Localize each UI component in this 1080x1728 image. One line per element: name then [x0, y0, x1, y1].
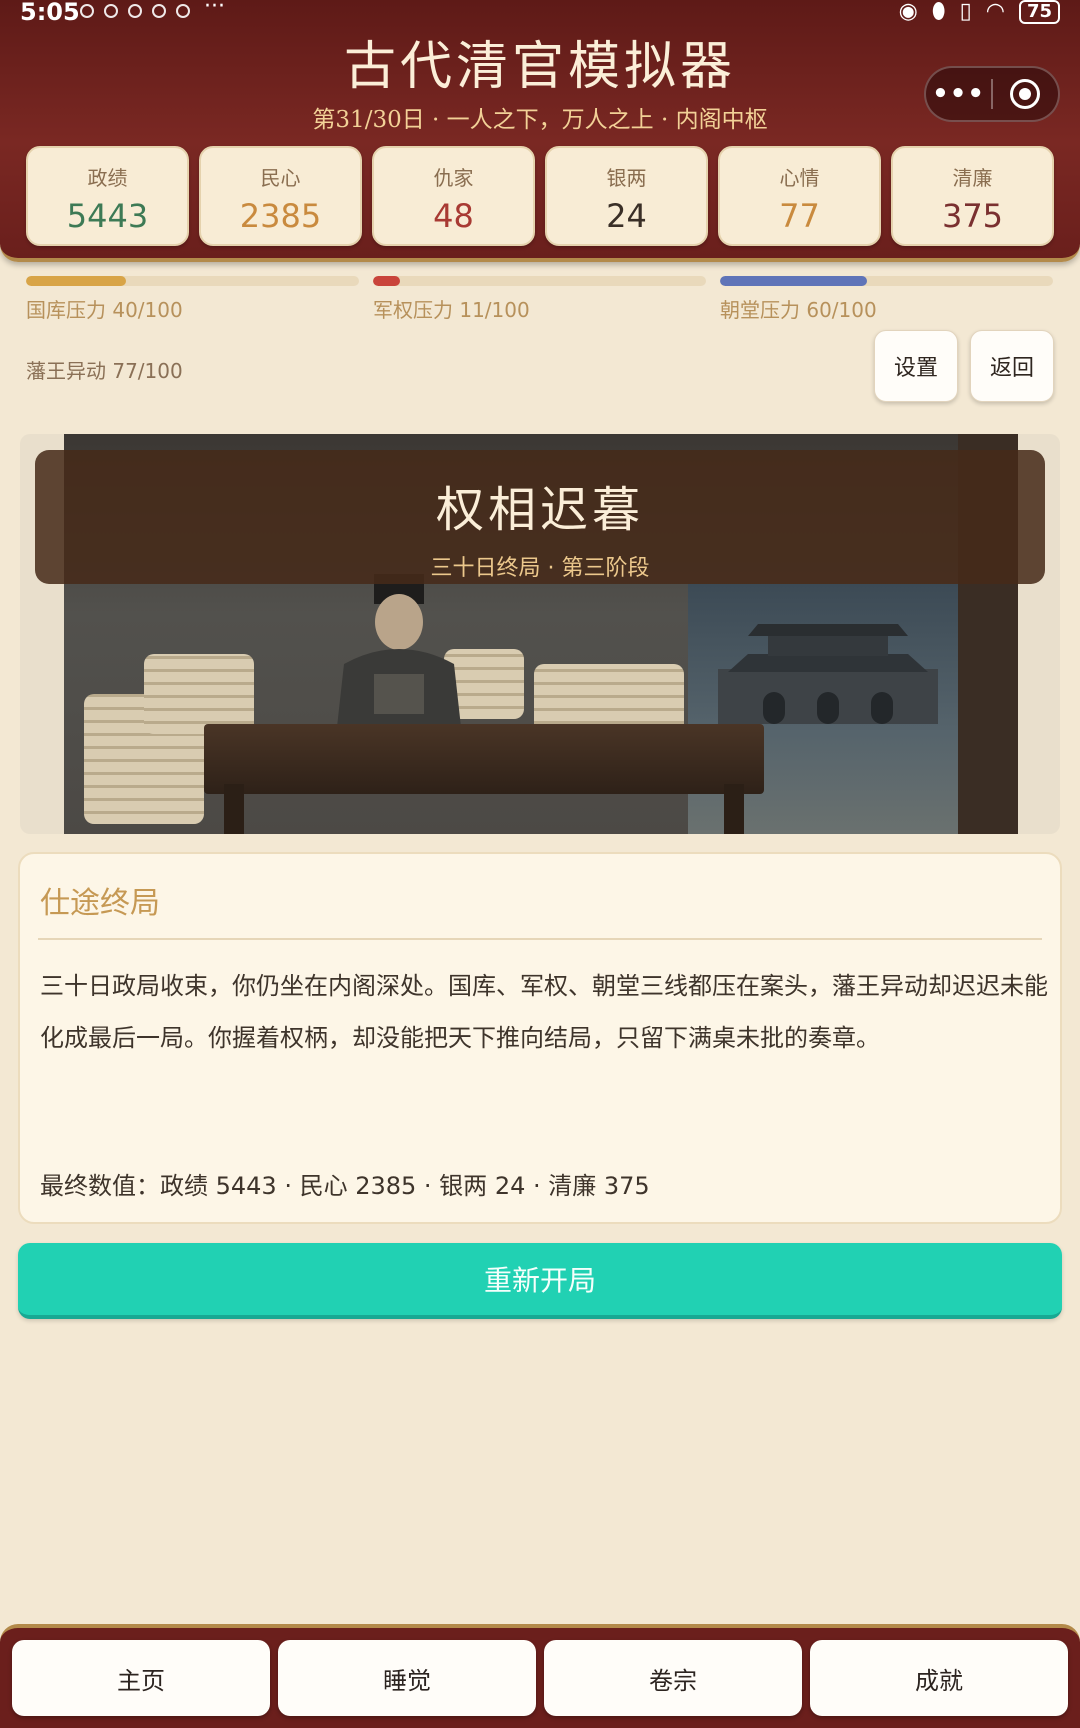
mini-program-capsule: ••• [924, 66, 1060, 122]
result-card: 仕途终局 三十日政局收束，你仍坐在内阁深处。国库、军权、朝堂三线都压在案头，藩王… [18, 852, 1062, 1224]
military-pressure: 军权压力 11/100 [373, 276, 706, 323]
bottom-nav: 主页 睡觉 卷宗 成就 [0, 1624, 1080, 1728]
stat-label: 政绩 [87, 166, 128, 190]
palace-gate-drawing [718, 624, 938, 724]
stat-card-yinliang: 银两 24 [545, 146, 708, 246]
treasury-pressure: 国库压力 40/100 [26, 276, 359, 323]
progress-fill [26, 276, 126, 286]
close-button[interactable] [993, 79, 1058, 109]
header: 5:05 ··· ◉ ⬮ ▯ ◠ 75 古代清官模拟器 第31/30日 · 一人… [0, 0, 1080, 262]
pressure-label: 朝堂压力 60/100 [720, 298, 877, 322]
stat-card-minxin: 民心 2385 [199, 146, 362, 246]
stat-card-choujia: 仇家 48 [372, 146, 535, 246]
final-stats: 最终数值：政绩 5443 · 民心 2385 · 银两 24 · 清廉 375 [40, 1172, 650, 1200]
system-icons: ◉ ⬮ ▯ ◠ 75 [899, 0, 1060, 24]
settings-button[interactable]: 设置 [874, 330, 958, 402]
notification-icons: ··· [80, 0, 225, 19]
app-title: 古代清官模拟器 [343, 37, 736, 97]
battery-icon: 75 [1018, 0, 1060, 24]
stat-label: 心情 [779, 166, 820, 190]
stat-value: 5443 [66, 197, 149, 235]
stat-card-qinglian: 清廉 375 [891, 146, 1054, 246]
nav-records-button[interactable]: 卷宗 [544, 1640, 802, 1716]
stat-value: 375 [941, 197, 1004, 235]
notification-icon [80, 4, 94, 18]
stat-label: 银两 [606, 166, 647, 190]
progress-fill [720, 276, 867, 286]
restart-button[interactable]: 重新开局 [18, 1243, 1062, 1319]
eye-icon: ◉ [898, 0, 918, 24]
vibrate-icon: ▯ [959, 0, 972, 24]
stat-card-xinqing: 心情 77 [718, 146, 881, 246]
more-notifications-icon: ··· [204, 0, 225, 19]
stat-label: 民心 [260, 166, 301, 190]
notification-icon [104, 4, 118, 18]
stat-label: 清廉 [952, 166, 993, 190]
vassal-unrest-label: 藩王异动 77/100 [26, 359, 183, 383]
more-menu-button[interactable]: ••• [926, 79, 991, 109]
stat-value: 77 [779, 197, 820, 235]
day-status: 第31/30日 · 一人之下，万人之上 · 内阁中枢 [312, 107, 768, 133]
stat-label: 仇家 [433, 166, 474, 190]
ending-title: 权相迟暮 [435, 482, 644, 538]
progress-fill [373, 276, 400, 286]
pressure-label: 国库压力 40/100 [26, 298, 183, 322]
back-button[interactable]: 返回 [970, 330, 1054, 402]
notification-icon [152, 4, 166, 18]
result-title: 仕途终局 [40, 886, 160, 921]
progress-track [720, 276, 1053, 286]
pressure-label: 军权压力 11/100 [373, 298, 530, 322]
close-target-icon [1010, 79, 1041, 109]
notification-icon [176, 4, 190, 18]
progress-track [373, 276, 706, 286]
stat-card-zhengji: 政绩 5443 [26, 146, 189, 246]
ending-illustration: 权相迟暮 三十日终局 · 第三阶段 [20, 434, 1060, 834]
ending-subtitle: 三十日终局 · 第三阶段 [430, 556, 650, 581]
stat-value: 24 [606, 197, 647, 235]
status-bar: 5:05 ··· ◉ ⬮ ▯ ◠ 75 [0, 0, 1080, 26]
stats-row: 政绩 5443 民心 2385 仇家 48 银两 24 心情 77 清廉 375 [26, 146, 1054, 246]
result-description: 三十日政局收束，你仍坐在内阁深处。国库、军权、朝堂三线都压在案头，藩王异动却迟迟… [40, 972, 1048, 1052]
app-screen: 5:05 ··· ◉ ⬮ ▯ ◠ 75 古代清官模拟器 第31/30日 · 一人… [0, 0, 1080, 1728]
ending-banner: 权相迟暮 三十日终局 · 第三阶段 [35, 450, 1045, 584]
status-time: 5:05 [20, 0, 80, 26]
nav-achievements-button[interactable]: 成就 [810, 1640, 1068, 1716]
court-pressure: 朝堂压力 60/100 [720, 276, 1053, 323]
stat-value: 48 [433, 197, 474, 235]
progress-track [26, 276, 359, 286]
notification-icon [128, 4, 142, 18]
wifi-icon: ◠ [985, 0, 1005, 24]
nav-sleep-button[interactable]: 睡觉 [278, 1640, 536, 1716]
divider [38, 938, 1042, 940]
nav-home-button[interactable]: 主页 [12, 1640, 270, 1716]
stat-value: 2385 [239, 197, 322, 235]
location-icon: ⬮ [931, 0, 946, 24]
